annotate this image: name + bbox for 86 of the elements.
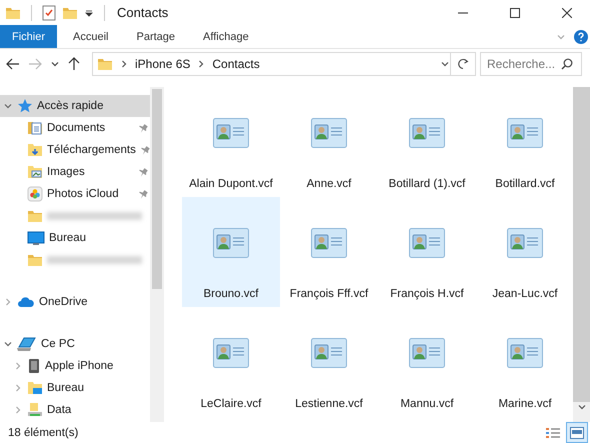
contact-card-icon — [507, 228, 543, 258]
window-title: Contacts — [117, 5, 168, 20]
drive-icon — [27, 402, 43, 418]
collapsed-chevron-icon[interactable] — [13, 383, 23, 393]
contact-card-icon — [213, 338, 249, 368]
breadcrumb-separator-icon — [119, 59, 129, 69]
folder-icon — [5, 6, 21, 20]
cloud-icon — [17, 296, 35, 308]
scrollbar[interactable] — [150, 87, 164, 422]
breadcrumb-item[interactable]: iPhone 6S — [135, 57, 190, 71]
nav-item[interactable]: Ce PC — [0, 333, 150, 355]
scroll-down-icon[interactable] — [576, 402, 586, 412]
contact-card-icon — [507, 338, 543, 368]
search-field[interactable]: Recherche... — [487, 57, 561, 71]
nav-item[interactable]: Accès rapide — [0, 95, 150, 117]
nav-item[interactable]: Data — [10, 399, 150, 421]
nav-item[interactable]: Bureau — [10, 377, 150, 399]
breadcrumb-item[interactable]: Contacts — [212, 57, 260, 71]
folder-icon — [97, 57, 113, 71]
folder-icon — [27, 253, 43, 267]
file-item[interactable]: Brouno.vcf — [182, 197, 280, 307]
nav-item[interactable]: Téléchargements — [10, 139, 150, 161]
expanded-chevron-icon[interactable] — [3, 101, 13, 111]
checkbox-document-icon[interactable] — [42, 4, 56, 20]
file-item[interactable]: François Fff.vcf — [280, 197, 378, 307]
large-icons-view-icon — [570, 426, 584, 438]
document-folder-icon — [27, 120, 43, 136]
expanded-chevron-icon[interactable] — [3, 339, 13, 349]
file-item[interactable]: François H.vcf — [378, 197, 476, 307]
contact-card-icon — [213, 228, 249, 258]
file-item[interactable]: Anne.vcf — [280, 87, 378, 197]
nav-item[interactable]: Photos iCloud — [10, 183, 150, 205]
refresh-icon — [457, 58, 469, 70]
scrollbar[interactable] — [573, 87, 590, 422]
search-box[interactable]: Recherche... — [480, 52, 582, 76]
details-view-icon — [546, 426, 560, 438]
file-item[interactable]: Lestienne.vcf — [280, 307, 378, 417]
contact-card-icon — [311, 118, 347, 148]
nav-item[interactable]: Images — [10, 161, 150, 183]
contact-card-icon — [409, 228, 445, 258]
help-icon[interactable] — [574, 30, 588, 44]
maximize-icon — [510, 8, 520, 18]
folder-icon — [62, 6, 78, 20]
phone-icon — [27, 358, 41, 374]
search-icon — [561, 58, 573, 70]
refresh-button[interactable] — [451, 52, 476, 76]
nav-item[interactable]: OneDrive — [0, 291, 150, 313]
desktop-folder-icon — [27, 380, 43, 396]
file-item[interactable]: Botillard (1).vcf — [378, 87, 476, 197]
contact-card-icon — [409, 338, 445, 368]
contact-card-icon — [311, 338, 347, 368]
dropdown-caret-icon[interactable] — [84, 8, 94, 18]
item-count: 18 élément(s) — [8, 426, 78, 438]
view-button[interactable] — [566, 422, 588, 443]
download-folder-icon — [27, 142, 43, 158]
nav-item[interactable]: Documents — [10, 117, 150, 139]
contact-card-icon — [507, 118, 543, 148]
collapsed-chevron-icon[interactable] — [3, 297, 13, 307]
file-item[interactable]: LeClaire.vcf — [182, 307, 280, 417]
collapsed-chevron-icon[interactable] — [13, 405, 23, 415]
picture-folder-icon — [27, 164, 43, 180]
monitor-icon — [27, 231, 45, 245]
contact-card-icon — [311, 228, 347, 258]
star-icon — [17, 98, 33, 114]
photos-icon — [27, 186, 43, 202]
ribbon-tab[interactable]: Affichage — [191, 25, 261, 48]
file-item[interactable]: Botillard.vcf — [476, 87, 573, 197]
history-dropdown-icon[interactable] — [440, 59, 450, 69]
close-icon — [562, 8, 572, 18]
folder-icon — [27, 209, 43, 223]
file-item[interactable]: Alain Dupont.vcf — [182, 87, 280, 197]
file-item[interactable]: Mannu.vcf — [378, 307, 476, 417]
nav-item[interactable]: Apple iPhone — [10, 355, 150, 377]
nav-item[interactable]: Bureau — [10, 227, 150, 249]
contact-card-icon — [213, 118, 249, 148]
ribbon-tab[interactable]: Accueil — [61, 25, 120, 48]
ribbon-tab[interactable]: Partage — [124, 25, 188, 48]
collapsed-chevron-icon[interactable] — [13, 361, 23, 371]
contact-card-icon — [409, 118, 445, 148]
recent-locations-icon[interactable] — [50, 59, 60, 69]
file-item[interactable]: Jean-Luc.vcf — [476, 197, 573, 307]
ribbon-tab[interactable]: Fichier — [0, 25, 58, 48]
file-item[interactable]: Marine.vcf — [476, 307, 573, 417]
computer-icon — [17, 336, 37, 352]
back-arrow-icon[interactable] — [6, 58, 20, 70]
up-arrow-icon[interactable] — [68, 57, 80, 71]
